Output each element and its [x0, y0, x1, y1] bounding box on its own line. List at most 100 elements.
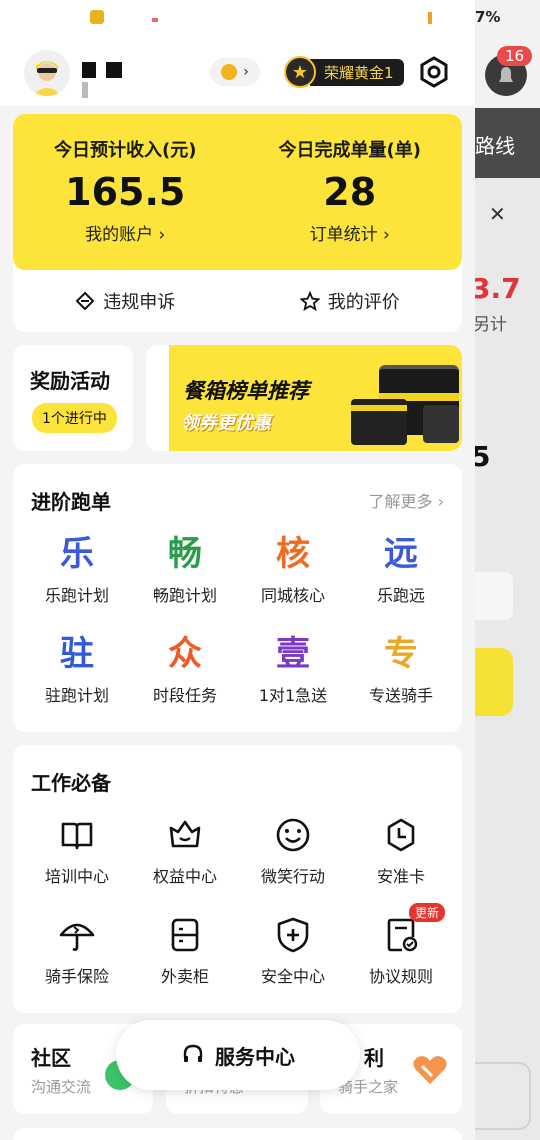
predicted-income-label: 今日预计收入(元) — [54, 140, 197, 161]
star-outline-icon — [299, 291, 320, 311]
advanced-card: 进阶跑单 了解更多 › 乐乐跑计划 畅畅跑计划 核同城核心 远乐跑远 驻驻跑计划… — [13, 464, 462, 732]
advanced-item[interactable]: 远乐跑远 — [347, 532, 455, 606]
work-item[interactable]: 外卖柜 — [131, 913, 239, 987]
background-app: 7% 16 路线 ✕ 3.7 另计 5 — [475, 0, 540, 1140]
completed-orders-label: 今日完成单量(单) — [278, 140, 421, 161]
status-bar — [0, 0, 475, 40]
zhuan-icon: 专 — [384, 634, 418, 674]
appeal-label: 违规申诉 — [103, 292, 176, 313]
work-item[interactable]: 培训中心 — [23, 813, 131, 887]
work-item[interactable]: 更新 协议规则 — [347, 903, 455, 987]
income-actions: 违规申诉 我的评价 — [13, 270, 462, 332]
book-icon — [23, 813, 131, 857]
status-app-icon — [90, 10, 104, 24]
work-item-label: 安全中心 — [260, 967, 325, 986]
advanced-item[interactable]: 壹 1对1急送 — [239, 632, 347, 706]
level-icon — [221, 64, 238, 80]
order-stats-link[interactable]: 订单统计 › — [238, 220, 463, 245]
work-item[interactable]: 骑手保险 — [23, 913, 131, 987]
predicted-income-value: 165.5 — [65, 170, 186, 214]
advanced-item-label: 乐跑计划 — [44, 586, 109, 605]
review-button[interactable]: 我的评价 — [238, 288, 463, 314]
advanced-item-label: 畅跑计划 — [152, 586, 217, 605]
advanced-item[interactable]: 驻驻跑计划 — [23, 632, 131, 706]
yi-icon: 壹 — [276, 634, 310, 674]
advanced-item[interactable]: 众时段任务 — [131, 632, 239, 706]
chevron-right-icon: › — [243, 64, 249, 80]
work-row-1: 培训中心 权益中心 微笑行动 安准卡 — [13, 813, 462, 887]
star-icon: ★ — [284, 56, 316, 88]
rewards-active-pill: 1个进行中 — [32, 403, 117, 433]
advanced-row-2: 驻驻跑计划 众时段任务 壹 1对1急送 专专送骑手 — [13, 632, 462, 706]
clock-icon — [347, 813, 455, 857]
locker-icon — [131, 913, 239, 957]
advanced-item[interactable]: 专专送骑手 — [347, 632, 455, 706]
advanced-item[interactable]: 畅畅跑计划 — [131, 532, 239, 606]
welfare-title: 利 — [364, 1046, 384, 1070]
advanced-title: 进阶跑单 — [31, 490, 111, 514]
level-pill[interactable]: › — [210, 58, 260, 86]
he-icon: 核 — [276, 534, 310, 574]
crown-icon — [131, 813, 239, 857]
username-redacted — [82, 62, 146, 98]
advanced-item[interactable]: 核同城核心 — [239, 532, 347, 606]
umbrella-icon — [23, 913, 131, 957]
shield-icon — [239, 913, 347, 957]
review-label: 我的评价 — [327, 292, 400, 313]
completed-orders[interactable]: 今日完成单量(单) 28 订单统计 › — [238, 114, 463, 270]
rank-label: 荣耀黄金1 — [310, 58, 404, 86]
background-field[interactable] — [475, 572, 513, 620]
yuan-icon: 远 — [384, 534, 418, 574]
work-item[interactable]: 微笑行动 — [239, 813, 347, 887]
promo-banner[interactable]: 餐箱榜单推荐 领券更优惠 — [146, 345, 462, 451]
advanced-item-label: 乐跑远 — [376, 586, 425, 605]
extra-text: 另计 — [475, 315, 507, 335]
background-action-button[interactable] — [475, 648, 513, 716]
work-row-2: 骑手保险 外卖柜 安全中心 更新 协议规则 — [13, 903, 462, 987]
status-indicator-right — [428, 12, 432, 24]
income-summary: 今日预计收入(元) 165.5 我的账户 › 今日完成单量(单) 28 订单统计… — [13, 114, 462, 270]
work-item-label: 外卖柜 — [160, 967, 209, 986]
chang-icon: 畅 — [168, 534, 202, 574]
count-fragment: 5 — [475, 440, 491, 473]
background-box — [475, 1062, 531, 1130]
predicted-income[interactable]: 今日预计收入(元) 165.5 我的账户 › — [13, 114, 238, 270]
banner-title: 餐箱榜单推荐 — [183, 379, 309, 403]
zhu-icon: 驻 — [60, 634, 94, 674]
advanced-item-label: 1对1急送 — [258, 686, 328, 705]
work-item-label: 骑手保险 — [44, 967, 109, 986]
rank-badge[interactable]: ★ 荣耀黄金1 — [284, 56, 404, 88]
appeal-button[interactable]: 违规申诉 — [13, 288, 238, 314]
close-icon[interactable]: ✕ — [489, 202, 506, 226]
bottom-strip — [13, 1128, 462, 1140]
smile-icon — [239, 813, 347, 857]
heart-icon — [412, 1054, 448, 1090]
account-link[interactable]: 我的账户 › — [13, 220, 238, 245]
le-icon: 乐 — [60, 534, 94, 574]
rewards-card[interactable]: 奖励活动 1个进行中 — [13, 345, 133, 451]
notification-badge: 16 — [497, 46, 533, 66]
new-badge: 更新 — [409, 903, 446, 922]
work-item[interactable]: 安准卡 — [347, 813, 455, 887]
work-item-label: 协议规则 — [368, 967, 433, 986]
work-item[interactable]: 安全中心 — [239, 913, 347, 987]
learn-more-link[interactable]: 了解更多 › — [369, 488, 445, 512]
avatar[interactable] — [24, 50, 70, 96]
service-center-button[interactable]: 服务中心 — [116, 1020, 360, 1090]
advanced-item[interactable]: 乐乐跑计划 — [23, 532, 131, 606]
settings-icon[interactable] — [418, 56, 450, 88]
banner-background: 餐箱榜单推荐 领券更优惠 — [169, 345, 462, 451]
advanced-row-1: 乐乐跑计划 畅畅跑计划 核同城核心 远乐跑远 — [13, 532, 462, 606]
advanced-item-label: 专送骑手 — [368, 686, 433, 705]
banner-subtitle: 领券更优惠 — [181, 413, 271, 434]
diamond-icon — [75, 291, 95, 311]
income-card: 今日预计收入(元) 165.5 我的账户 › 今日完成单量(单) 28 订单统计… — [13, 114, 462, 332]
work-item-label: 安准卡 — [376, 867, 425, 886]
community-title: 社区 — [31, 1046, 71, 1070]
work-title: 工作必备 — [31, 771, 111, 795]
battery-text: 7% — [475, 8, 501, 26]
work-item[interactable]: 权益中心 — [131, 813, 239, 887]
zhong-icon: 众 — [168, 634, 202, 674]
side-drawer: › ★ 荣耀黄金1 今日预计收入(元) 165.5 我的账户 › 今日完成单量(… — [0, 0, 475, 1140]
work-item-label: 培训中心 — [44, 867, 109, 886]
